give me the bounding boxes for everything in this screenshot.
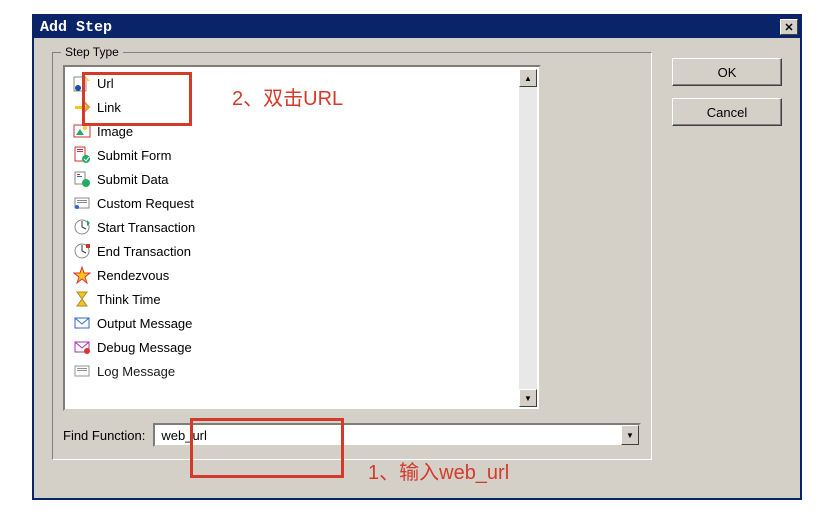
list-item-output-message[interactable]: Output Message — [67, 311, 537, 335]
scroll-up-button[interactable]: ▲ — [519, 69, 537, 87]
scroll-down-button[interactable]: ▼ — [519, 389, 537, 407]
find-function-input[interactable] — [155, 425, 621, 445]
list-item-custom-request[interactable]: Custom Request — [67, 191, 537, 215]
start-transaction-icon — [73, 218, 91, 236]
list-item-label: Think Time — [97, 292, 161, 307]
list-item-label: Custom Request — [97, 196, 194, 211]
find-function-combobox[interactable]: ▼ — [153, 423, 641, 447]
think-time-icon — [73, 290, 91, 308]
submit-form-icon — [73, 146, 91, 164]
list-item-submit-form[interactable]: Submit Form — [67, 143, 537, 167]
list-item-link[interactable]: Link — [67, 95, 537, 119]
list-item-rendezvous[interactable]: Rendezvous — [67, 263, 537, 287]
scroll-track[interactable] — [519, 87, 537, 389]
list-item-label: End Transaction — [97, 244, 191, 259]
list-item-label: Output Message — [97, 316, 192, 331]
ok-button[interactable]: OK — [672, 58, 782, 86]
step-type-fieldset: Step Type Url — [52, 52, 652, 460]
list-item-label: Start Transaction — [97, 220, 195, 235]
list-item-image[interactable]: Image — [67, 119, 537, 143]
step-type-listbox[interactable]: Url Link — [63, 65, 541, 411]
list-item-label: Link — [97, 100, 121, 115]
dropdown-button[interactable]: ▼ — [621, 425, 639, 445]
list-item-submit-data[interactable]: Submit Data — [67, 167, 537, 191]
scrollbar-vertical[interactable]: ▲ ▼ — [519, 69, 537, 407]
add-step-dialog: Add Step ✕ Step Type Url — [32, 14, 802, 500]
list-item-url[interactable]: Url — [67, 71, 537, 95]
list-item-label: Url — [97, 76, 114, 91]
list-item-label: Debug Message — [97, 340, 192, 355]
log-message-icon — [73, 362, 91, 380]
rendezvous-icon — [73, 266, 91, 284]
close-button[interactable]: ✕ — [780, 19, 798, 35]
debug-message-icon — [73, 338, 91, 356]
find-function-row: Find Function: ▼ — [63, 423, 641, 447]
list-item-label: Log Message — [97, 364, 175, 379]
right-panel: OK Cancel — [672, 52, 782, 460]
listbox-content: Url Link — [65, 67, 539, 387]
list-item-label: Submit Form — [97, 148, 171, 163]
end-transaction-icon — [73, 242, 91, 260]
custom-request-icon — [73, 194, 91, 212]
fieldset-legend: Step Type — [61, 45, 123, 59]
url-icon — [73, 74, 91, 92]
list-item-label: Submit Data — [97, 172, 169, 187]
list-item-think-time[interactable]: Think Time — [67, 287, 537, 311]
output-message-icon — [73, 314, 91, 332]
list-item-end-transaction[interactable]: End Transaction — [67, 239, 537, 263]
cancel-button[interactable]: Cancel — [672, 98, 782, 126]
list-item-label: Image — [97, 124, 133, 139]
list-item-start-transaction[interactable]: Start Transaction — [67, 215, 537, 239]
dialog-title: Add Step — [40, 19, 112, 36]
dialog-body: Step Type Url — [34, 38, 800, 474]
find-function-label: Find Function: — [63, 428, 145, 443]
list-item-label: Rendezvous — [97, 268, 169, 283]
left-panel: Step Type Url — [52, 52, 652, 460]
list-item-debug-message[interactable]: Debug Message — [67, 335, 537, 359]
link-icon — [73, 98, 91, 116]
submit-data-icon — [73, 170, 91, 188]
list-item-log-message[interactable]: Log Message — [67, 359, 537, 383]
titlebar: Add Step ✕ — [34, 16, 800, 38]
image-icon — [73, 122, 91, 140]
